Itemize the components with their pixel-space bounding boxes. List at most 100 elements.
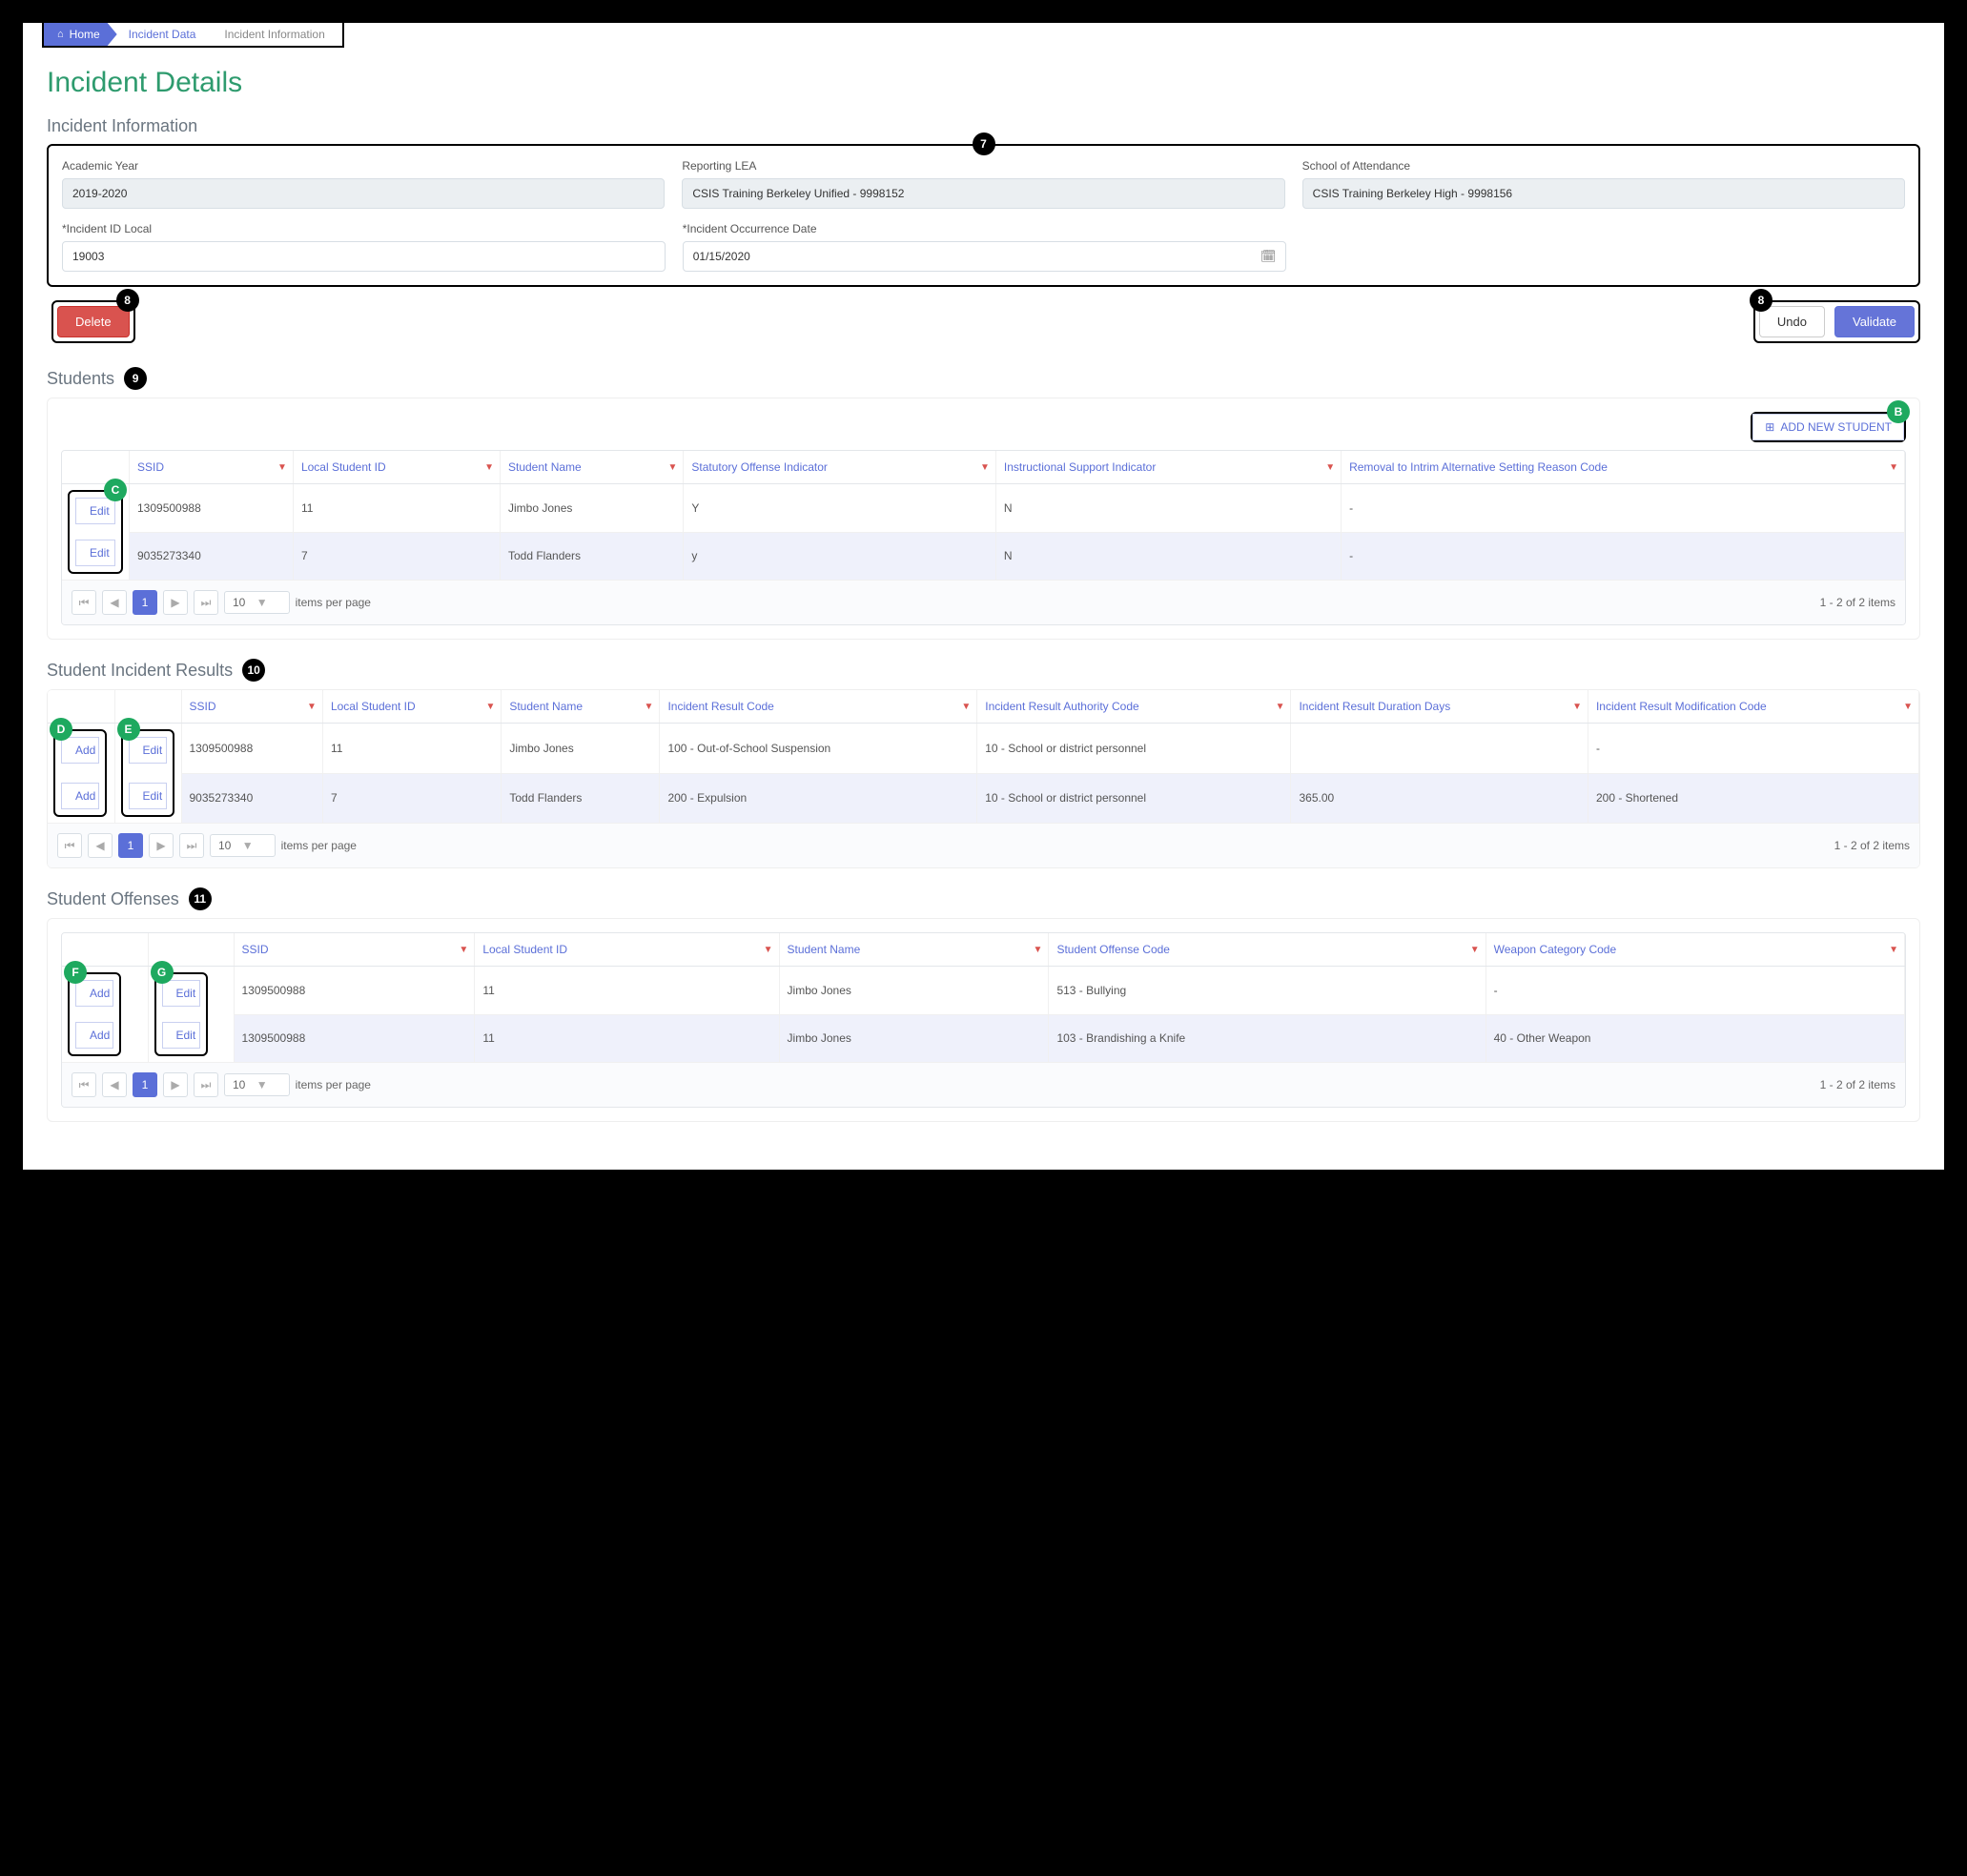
col-result-code[interactable]: Incident Result Code▼ (660, 690, 977, 724)
add-offense-annotation: F Add Add (68, 972, 121, 1056)
col-ssid[interactable]: SSID▼ (181, 690, 322, 724)
col-ssid[interactable]: SSID▼ (234, 933, 475, 967)
callout-7: 7 (973, 133, 995, 155)
pager-last[interactable]: ⏭ (179, 833, 204, 858)
add-button[interactable]: Add (61, 783, 99, 809)
filter-icon[interactable]: ▼ (1276, 702, 1285, 712)
delete-button[interactable]: Delete (57, 306, 130, 337)
filter-icon[interactable]: ▼ (1903, 702, 1913, 712)
add-student-annotation: B ⊞ ADD NEW STUDENT (1751, 412, 1906, 442)
callout-9: 9 (124, 367, 147, 390)
pager-page-1[interactable]: 1 (118, 833, 143, 858)
edit-offense-annotation: G Edit Edit (154, 972, 208, 1056)
edit-results-annotation: E Edit Edit (121, 729, 174, 817)
col-modification[interactable]: Incident Result Modification Code▼ (1588, 690, 1918, 724)
col-ssid[interactable]: SSID▼ (130, 451, 294, 484)
edit-button[interactable]: Edit (162, 980, 200, 1007)
filter-icon[interactable]: ▼ (764, 945, 773, 955)
col-local-id[interactable]: Local Student ID▼ (322, 690, 501, 724)
table-row: F Add Add G Edit Edit 13 (62, 967, 1905, 1015)
home-icon: ⌂ (57, 29, 64, 40)
col-isi[interactable]: Instructional Support Indicator▼ (995, 451, 1341, 484)
add-new-student-button[interactable]: ⊞ ADD NEW STUDENT (1752, 414, 1904, 440)
filter-icon[interactable]: ▼ (485, 702, 495, 712)
incident-info-panel: 7 Academic Year 2019-2020 Reporting LEA … (47, 144, 1920, 287)
col-duration[interactable]: Incident Result Duration Days▼ (1291, 690, 1588, 724)
col-name[interactable]: Student Name▼ (501, 451, 684, 484)
breadcrumb-incident-data[interactable]: Incident Data (110, 23, 214, 46)
pager-first[interactable]: ⏮ (72, 590, 96, 615)
pager-page-size[interactable]: 10 ▼ (224, 1073, 290, 1096)
page-title: Incident Details (47, 67, 1920, 99)
col-name[interactable]: Student Name▼ (502, 690, 660, 724)
breadcrumb: ⌂ Home Incident Data Incident Informatio… (42, 23, 344, 48)
filter-icon[interactable]: ▼ (1470, 945, 1480, 955)
occurrence-date-input[interactable] (683, 241, 1286, 272)
undo-button[interactable]: Undo (1759, 306, 1825, 337)
edit-button[interactable]: Edit (75, 498, 115, 524)
filter-icon[interactable]: ▼ (980, 462, 990, 473)
add-button[interactable]: Add (75, 980, 113, 1007)
calendar-icon[interactable]: 🗓 (1260, 249, 1277, 264)
students-grid: SSID▼ Local Student ID▼ Student Name▼ St… (61, 450, 1906, 625)
breadcrumb-home[interactable]: ⌂ Home (44, 23, 117, 46)
pager-page-size[interactable]: 10 ▼ (210, 834, 276, 857)
results-pager: ⏮ ◀ 1 ▶ ⏭ 10 ▼ items per page 1 - 2 of 2… (48, 824, 1919, 867)
section-results: Student Incident Results 10 (47, 659, 1920, 682)
pager-first[interactable]: ⏮ (57, 833, 82, 858)
breadcrumb-incident-info[interactable]: Incident Information (205, 23, 341, 46)
filter-icon[interactable]: ▼ (1325, 462, 1335, 473)
col-weapon-code[interactable]: Weapon Category Code▼ (1485, 933, 1904, 967)
filter-icon[interactable]: ▼ (961, 702, 971, 712)
filter-icon[interactable]: ▼ (484, 462, 494, 473)
filter-icon[interactable]: ▼ (667, 462, 677, 473)
edit-button[interactable]: Edit (129, 783, 167, 809)
col-local-id[interactable]: Local Student ID▼ (293, 451, 500, 484)
field-academic-year: Academic Year 2019-2020 (62, 159, 665, 209)
callout-10: 10 (242, 659, 265, 682)
callout-8-delete: 8 (116, 289, 139, 312)
pager-next[interactable]: ▶ (163, 590, 188, 615)
col-offense-code[interactable]: Student Offense Code▼ (1049, 933, 1485, 967)
plus-icon: ⊞ (1765, 420, 1774, 434)
filter-icon[interactable]: ▼ (645, 702, 654, 712)
pager-page-1[interactable]: 1 (133, 590, 157, 615)
undo-validate-annotation: 8 Undo Validate (1753, 300, 1920, 343)
add-button[interactable]: Add (61, 737, 99, 764)
col-local-id[interactable]: Local Student ID▼ (475, 933, 779, 967)
col-soi[interactable]: Statutory Offense Indicator▼ (684, 451, 996, 484)
pager-first[interactable]: ⏮ (72, 1072, 96, 1097)
pager-last[interactable]: ⏭ (194, 590, 218, 615)
pager-prev[interactable]: ◀ (88, 833, 113, 858)
callout-F: F (64, 961, 87, 984)
add-button[interactable]: Add (75, 1022, 113, 1049)
filter-icon[interactable]: ▼ (1889, 462, 1898, 473)
validate-button[interactable]: Validate (1834, 306, 1915, 337)
pager-summary: 1 - 2 of 2 items (1820, 596, 1895, 609)
col-removal[interactable]: Removal to Intrim Alternative Setting Re… (1342, 451, 1905, 484)
pager-page-size[interactable]: 10 ▼ (224, 591, 290, 614)
delete-annotation: 8 Delete (51, 300, 135, 343)
col-name[interactable]: Student Name▼ (779, 933, 1049, 967)
pager-prev[interactable]: ◀ (102, 590, 127, 615)
field-reporting-lea: Reporting LEA CSIS Training Berkeley Uni… (682, 159, 1284, 209)
callout-B: B (1887, 400, 1910, 423)
filter-icon[interactable]: ▼ (307, 702, 317, 712)
filter-icon[interactable]: ▼ (1572, 702, 1582, 712)
edit-students-annotation: C Edit Edit (68, 490, 123, 574)
pager-next[interactable]: ▶ (149, 833, 174, 858)
edit-button[interactable]: Edit (75, 540, 115, 566)
pager-page-1[interactable]: 1 (133, 1072, 157, 1097)
filter-icon[interactable]: ▼ (1034, 945, 1043, 955)
callout-C: C (104, 479, 127, 501)
filter-icon[interactable]: ▼ (1889, 945, 1898, 955)
pager-next[interactable]: ▶ (163, 1072, 188, 1097)
filter-icon[interactable]: ▼ (459, 945, 468, 955)
pager-last[interactable]: ⏭ (194, 1072, 218, 1097)
filter-icon[interactable]: ▼ (277, 462, 287, 473)
col-authority[interactable]: Incident Result Authority Code▼ (977, 690, 1291, 724)
edit-button[interactable]: Edit (162, 1022, 200, 1049)
pager-prev[interactable]: ◀ (102, 1072, 127, 1097)
edit-button[interactable]: Edit (129, 737, 167, 764)
incident-id-input[interactable] (62, 241, 666, 272)
